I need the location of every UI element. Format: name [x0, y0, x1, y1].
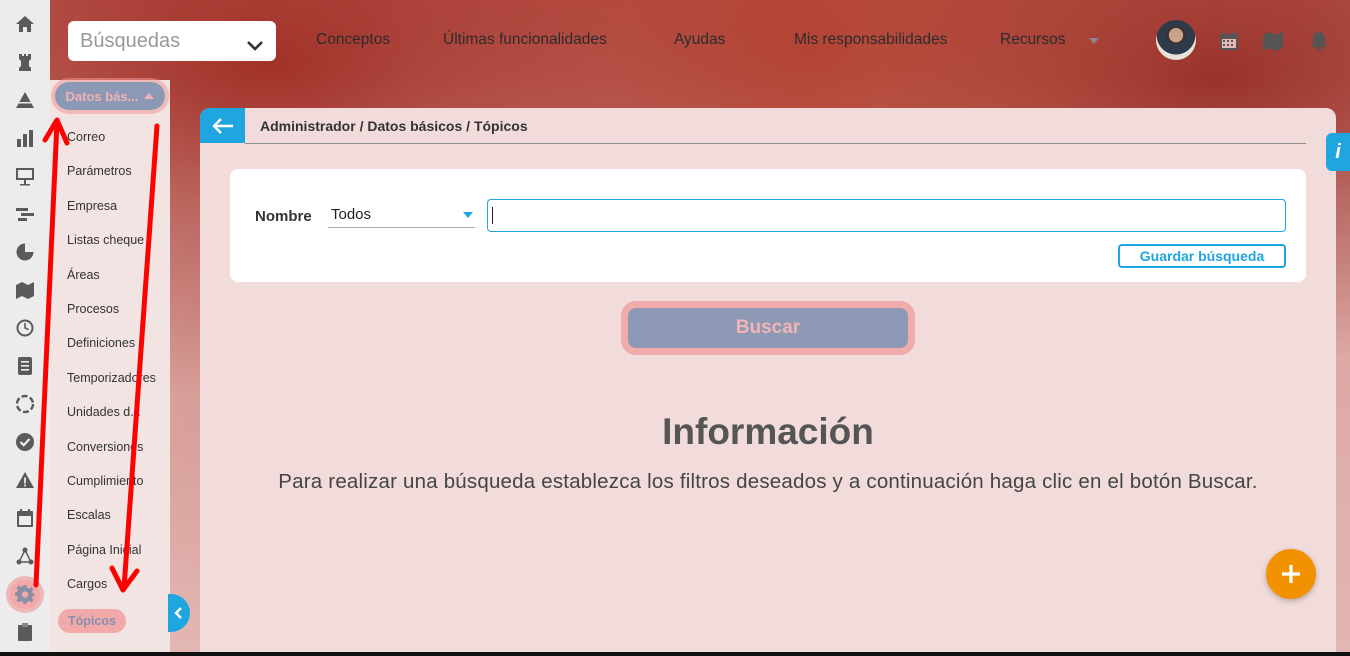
add-fab-button[interactable] [1266, 549, 1316, 599]
search-dropdown[interactable]: Búsquedas [68, 21, 276, 61]
submenu-item-cargos[interactable]: Cargos [67, 575, 167, 609]
map-icon[interactable] [1262, 30, 1284, 52]
recursos-caret-icon[interactable] [1089, 38, 1099, 44]
bar-chart-icon[interactable] [10, 124, 40, 153]
submenu-item-cumplimiento[interactable]: Cumplimiento [67, 472, 167, 506]
submenu-header-label: Datos bás... [65, 88, 139, 104]
back-button[interactable] [200, 108, 245, 143]
info-title: Información [662, 411, 874, 452]
submenu-item-parametros[interactable]: Parámetros [67, 162, 167, 196]
main-panel: Administrador / Datos básicos / Tópicos … [200, 108, 1336, 656]
gantt-icon[interactable] [10, 200, 40, 229]
bottom-edge [0, 652, 1350, 656]
save-search-button[interactable]: Guardar búsqueda [1118, 244, 1286, 268]
nav-ultimas-funcionalidades[interactable]: Últimas funcionalidades [443, 31, 607, 49]
breadcrumb-divider [245, 143, 1306, 144]
submenu-item-definiciones[interactable]: Definiciones [67, 334, 167, 368]
search-placeholder: Búsquedas [80, 29, 181, 52]
map-icon[interactable] [10, 276, 40, 305]
clock-icon[interactable] [10, 314, 40, 343]
submenu-item-escalas[interactable]: Escalas [67, 506, 167, 540]
clipboard-icon[interactable] [10, 618, 40, 647]
document-list-icon[interactable] [10, 352, 40, 381]
submenu-item-unidades[interactable]: Unidades d... [67, 403, 167, 437]
pie-chart-icon[interactable] [10, 238, 40, 267]
arrow-left-icon [211, 117, 233, 134]
cycle-icon[interactable] [10, 390, 40, 419]
chevron-left-icon [174, 607, 182, 619]
nav-ayudas[interactable]: Ayudas [674, 31, 725, 49]
home-icon[interactable] [10, 10, 40, 39]
submenu-item-procesos[interactable]: Procesos [67, 300, 167, 334]
calendar-icon[interactable] [1218, 30, 1240, 52]
submenu-header-datos-basicos[interactable]: Datos bás... [55, 82, 165, 110]
filter-card: Nombre Todos Guardar búsqueda [230, 169, 1306, 282]
pyramid-icon[interactable] [10, 86, 40, 115]
select-caret-icon [463, 212, 473, 218]
nav-conceptos[interactable]: Conceptos [316, 31, 390, 49]
search-button[interactable]: Buscar [628, 308, 908, 348]
filter-name-input[interactable] [487, 199, 1286, 232]
info-tab[interactable]: i [1326, 133, 1350, 171]
caret-up-icon [144, 93, 155, 99]
info-text: Para realizar una búsqueda establezca lo… [278, 470, 1258, 493]
filter-name-label: Nombre [255, 208, 312, 225]
check-circle-icon[interactable] [10, 428, 40, 457]
breadcrumb: Administrador / Datos básicos / Tópicos [260, 118, 528, 134]
gear-icon[interactable] [10, 580, 40, 609]
submenu-panel: Datos bás... Correo Parámetros Empresa L… [50, 80, 170, 656]
submenu-item-listas-chequeo[interactable]: Listas cheque [67, 231, 167, 265]
chevron-down-icon [246, 35, 264, 51]
filter-select-value: Todos [331, 206, 372, 223]
nav-mis-responsabilidades[interactable]: Mis responsabilidades [794, 31, 947, 49]
topbar-divider [1125, 0, 1126, 80]
submenu-item-correo[interactable]: Correo [67, 128, 167, 162]
submenu-item-areas[interactable]: Áreas [67, 266, 167, 300]
nav-recursos[interactable]: Recursos [1000, 31, 1065, 49]
submenu-list: Correo Parámetros Empresa Listas cheque … [58, 128, 167, 638]
submenu-item-conversiones[interactable]: Conversiones [67, 438, 167, 472]
presentation-icon[interactable] [10, 162, 40, 191]
plus-icon [1282, 565, 1300, 583]
bell-icon[interactable] [1308, 30, 1330, 52]
warning-icon[interactable] [10, 466, 40, 495]
chess-rook-icon[interactable] [10, 48, 40, 77]
filter-operator-select[interactable]: Todos [328, 204, 475, 228]
top-bar: Búsquedas Conceptos Últimas funcionalida… [50, 0, 1350, 80]
text-cursor [492, 207, 493, 224]
icon-rail [0, 0, 50, 656]
submenu-item-temporizadores[interactable]: Temporizadores [67, 369, 167, 403]
avatar[interactable] [1156, 20, 1196, 60]
network-icon[interactable] [10, 542, 40, 571]
submenu-item-pagina-inicial[interactable]: Página Inicial [67, 541, 167, 575]
calendar-icon[interactable] [10, 504, 40, 533]
submenu-item-empresa[interactable]: Empresa [67, 197, 167, 231]
submenu-item-topicos[interactable]: Tópicos [58, 609, 126, 634]
